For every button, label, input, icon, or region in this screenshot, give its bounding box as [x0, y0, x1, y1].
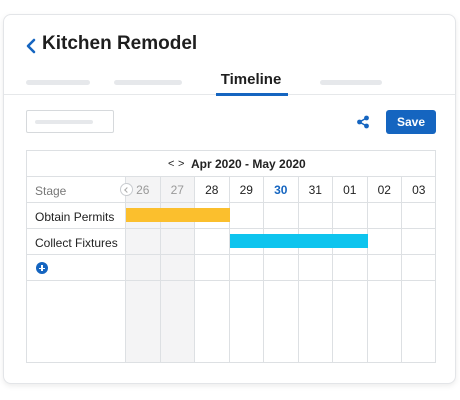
- day-label: 02: [367, 177, 401, 203]
- row-divider: [126, 254, 435, 255]
- stage-name: Collect Fixtures: [35, 236, 118, 250]
- day-column: 01: [333, 177, 368, 362]
- day-column: 27: [160, 177, 195, 362]
- collapse-left-icon[interactable]: [120, 183, 133, 196]
- share-icon[interactable]: [356, 115, 370, 129]
- day-grid: 26 27 28 29 30 31 01 02 03: [126, 177, 435, 362]
- tab-4[interactable]: [320, 71, 382, 95]
- stage-row-obtain-permits[interactable]: Obtain Permits: [27, 203, 126, 229]
- save-button[interactable]: Save: [386, 110, 436, 134]
- prev-range-button[interactable]: <: [168, 159, 174, 170]
- row-divider: [126, 280, 435, 281]
- add-stage-icon[interactable]: [36, 262, 48, 274]
- date-range-label: Apr 2020 - May 2020: [191, 157, 306, 171]
- add-stage-row: [27, 255, 126, 281]
- tab-label-placeholder: [320, 80, 382, 85]
- day-column: 31: [298, 177, 333, 362]
- row-divider: [126, 228, 435, 229]
- timeline-card: Kitchen Remodel Timeline Save < > Apr 20…: [3, 14, 456, 384]
- day-label: 31: [298, 177, 332, 203]
- stage-column: Stage Obtain Permits Collect Fixtures: [27, 177, 126, 362]
- day-label: 01: [333, 177, 367, 203]
- stage-column-header: Stage: [27, 177, 126, 203]
- page-header: Kitchen Remodel Timeline: [4, 15, 455, 96]
- gantt-chart: < > Apr 2020 - May 2020 Stage Obtain Per…: [26, 150, 436, 363]
- back-chevron-icon[interactable]: [24, 37, 38, 55]
- tab-timeline-label: Timeline: [220, 71, 282, 88]
- day-column: 26: [126, 177, 161, 362]
- day-label: 30: [264, 177, 298, 203]
- search-placeholder-bar: [35, 120, 93, 124]
- tab-label-placeholder: [114, 80, 182, 85]
- day-column: 29: [229, 177, 264, 362]
- day-label: 27: [160, 177, 194, 203]
- stage-header-label: Stage: [35, 184, 67, 198]
- day-column: 03: [402, 177, 435, 362]
- day-label: 29: [229, 177, 263, 203]
- tab-2[interactable]: [114, 71, 182, 95]
- day-column: 28: [195, 177, 230, 362]
- stage-name: Obtain Permits: [35, 210, 115, 224]
- day-label: 28: [195, 177, 229, 203]
- stage-bar[interactable]: [229, 234, 368, 248]
- day-label: 03: [402, 177, 435, 203]
- tab-timeline[interactable]: Timeline: [214, 71, 288, 96]
- page-title: Kitchen Remodel: [42, 33, 198, 54]
- day-column: 30: [264, 177, 299, 362]
- date-range-header: < > Apr 2020 - May 2020: [27, 151, 435, 177]
- search-input[interactable]: [26, 110, 114, 133]
- stage-bar[interactable]: [126, 208, 230, 222]
- day-column: 02: [367, 177, 402, 362]
- next-range-button[interactable]: >: [178, 159, 184, 170]
- tab-1[interactable]: [26, 71, 90, 95]
- tab-label-placeholder: [26, 80, 90, 85]
- stage-row-collect-fixtures[interactable]: Collect Fixtures: [27, 229, 126, 255]
